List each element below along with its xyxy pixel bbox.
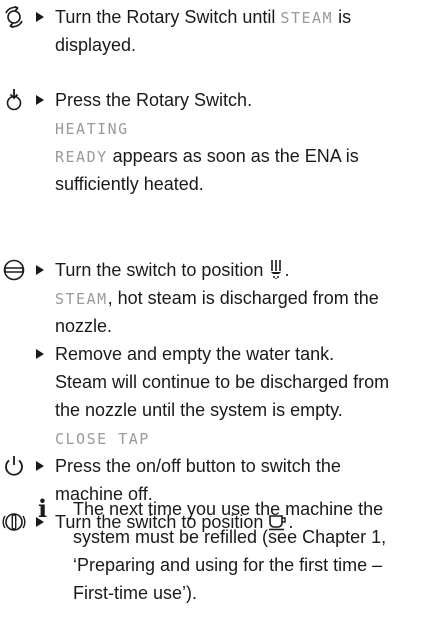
- step-line: Press the Rotary Switch.: [55, 86, 443, 114]
- info-line: The next time you use the machine the: [73, 499, 384, 519]
- step-text-run: displayed.: [55, 35, 137, 55]
- info-line: ‘Preparing and using for the first time …: [73, 555, 383, 575]
- step-text-run: Turn the switch to position: [55, 260, 269, 280]
- bullet-arrow-icon: [36, 12, 44, 22]
- step-line: READY appears as soon as the ENA is: [55, 142, 443, 170]
- display-message: STEAM: [280, 9, 334, 27]
- step-text-run: is: [333, 7, 352, 27]
- step-line: nozzle.: [55, 312, 443, 340]
- bullet-arrow-icon: [36, 265, 44, 275]
- step-line: CLOSE TAP: [55, 424, 443, 452]
- step-text: Turn the Rotary Switch until STEAM is dis…: [55, 3, 443, 59]
- step-text-run: appears as soon as the ENA is: [107, 146, 359, 166]
- step-line: Remove and empty the water tank.: [55, 340, 443, 368]
- step-text-run: Press the on/off button to switch the: [55, 456, 341, 476]
- step-text: Press the Rotary Switch. HEATING READY app…: [55, 86, 443, 198]
- step-text-run: Turn the Rotary Switch until: [55, 7, 281, 27]
- step-text-run: sufficiently heated.: [55, 174, 204, 194]
- step-line: Turn the Rotary Switch until STEAM is: [55, 3, 443, 31]
- step-line: sufficiently heated.: [55, 170, 443, 198]
- step-text-run: nozzle.: [55, 316, 113, 336]
- display-message: STEAM: [55, 290, 108, 308]
- step-text-run: Steam will continue to be discharged fro…: [55, 372, 390, 392]
- display-message: CLOSE TAP: [55, 430, 150, 448]
- step-text-run: .: [284, 260, 290, 280]
- steam-symbol-icon: [268, 259, 284, 287]
- info-icon: i: [38, 494, 48, 523]
- step-text-run: Press the Rotary Switch.: [55, 90, 253, 110]
- step-line: HEATING: [55, 114, 443, 142]
- bullet-arrow-icon: [36, 95, 44, 105]
- step-line: Turn the switch to position .: [55, 256, 443, 284]
- step-line: the nozzle until the system is empty.: [55, 396, 443, 424]
- step-text-run: Remove and empty the water tank.: [55, 344, 335, 364]
- step-text: Remove and empty the water tank. Steam wi…: [55, 340, 443, 452]
- step-line: Steam will continue to be discharged fro…: [55, 368, 443, 396]
- power-icon: [2, 454, 26, 478]
- switch-position-icon: [2, 258, 26, 282]
- step-line: displayed.: [55, 31, 443, 59]
- step-line: STEAM, hot steam is discharged from the: [55, 284, 443, 312]
- step-text: Turn the switch to position . STEAM, hot …: [55, 256, 443, 340]
- info-line: system must be refilled (see Chapter 1,: [73, 527, 387, 547]
- rotary-turn-icon: [2, 5, 26, 29]
- info-text: The next time you use the machine the sy…: [73, 495, 443, 607]
- bullet-arrow-icon: [36, 461, 44, 471]
- step-text-run: , hot steam is discharged from the: [107, 288, 379, 308]
- display-message: READY: [55, 148, 108, 166]
- step-line: Press the on/off button to switch the: [55, 452, 443, 480]
- display-message: HEATING: [55, 120, 129, 138]
- rotary-press-icon: [2, 88, 26, 112]
- manual-page: Turn the Rotary Switch until STEAM is dis…: [0, 0, 447, 622]
- step-text-run: the nozzle until the system is empty.: [55, 400, 343, 420]
- bullet-arrow-icon: [36, 349, 44, 359]
- info-line: First-time use’).: [73, 583, 198, 603]
- rotary-power-icon: [2, 510, 26, 534]
